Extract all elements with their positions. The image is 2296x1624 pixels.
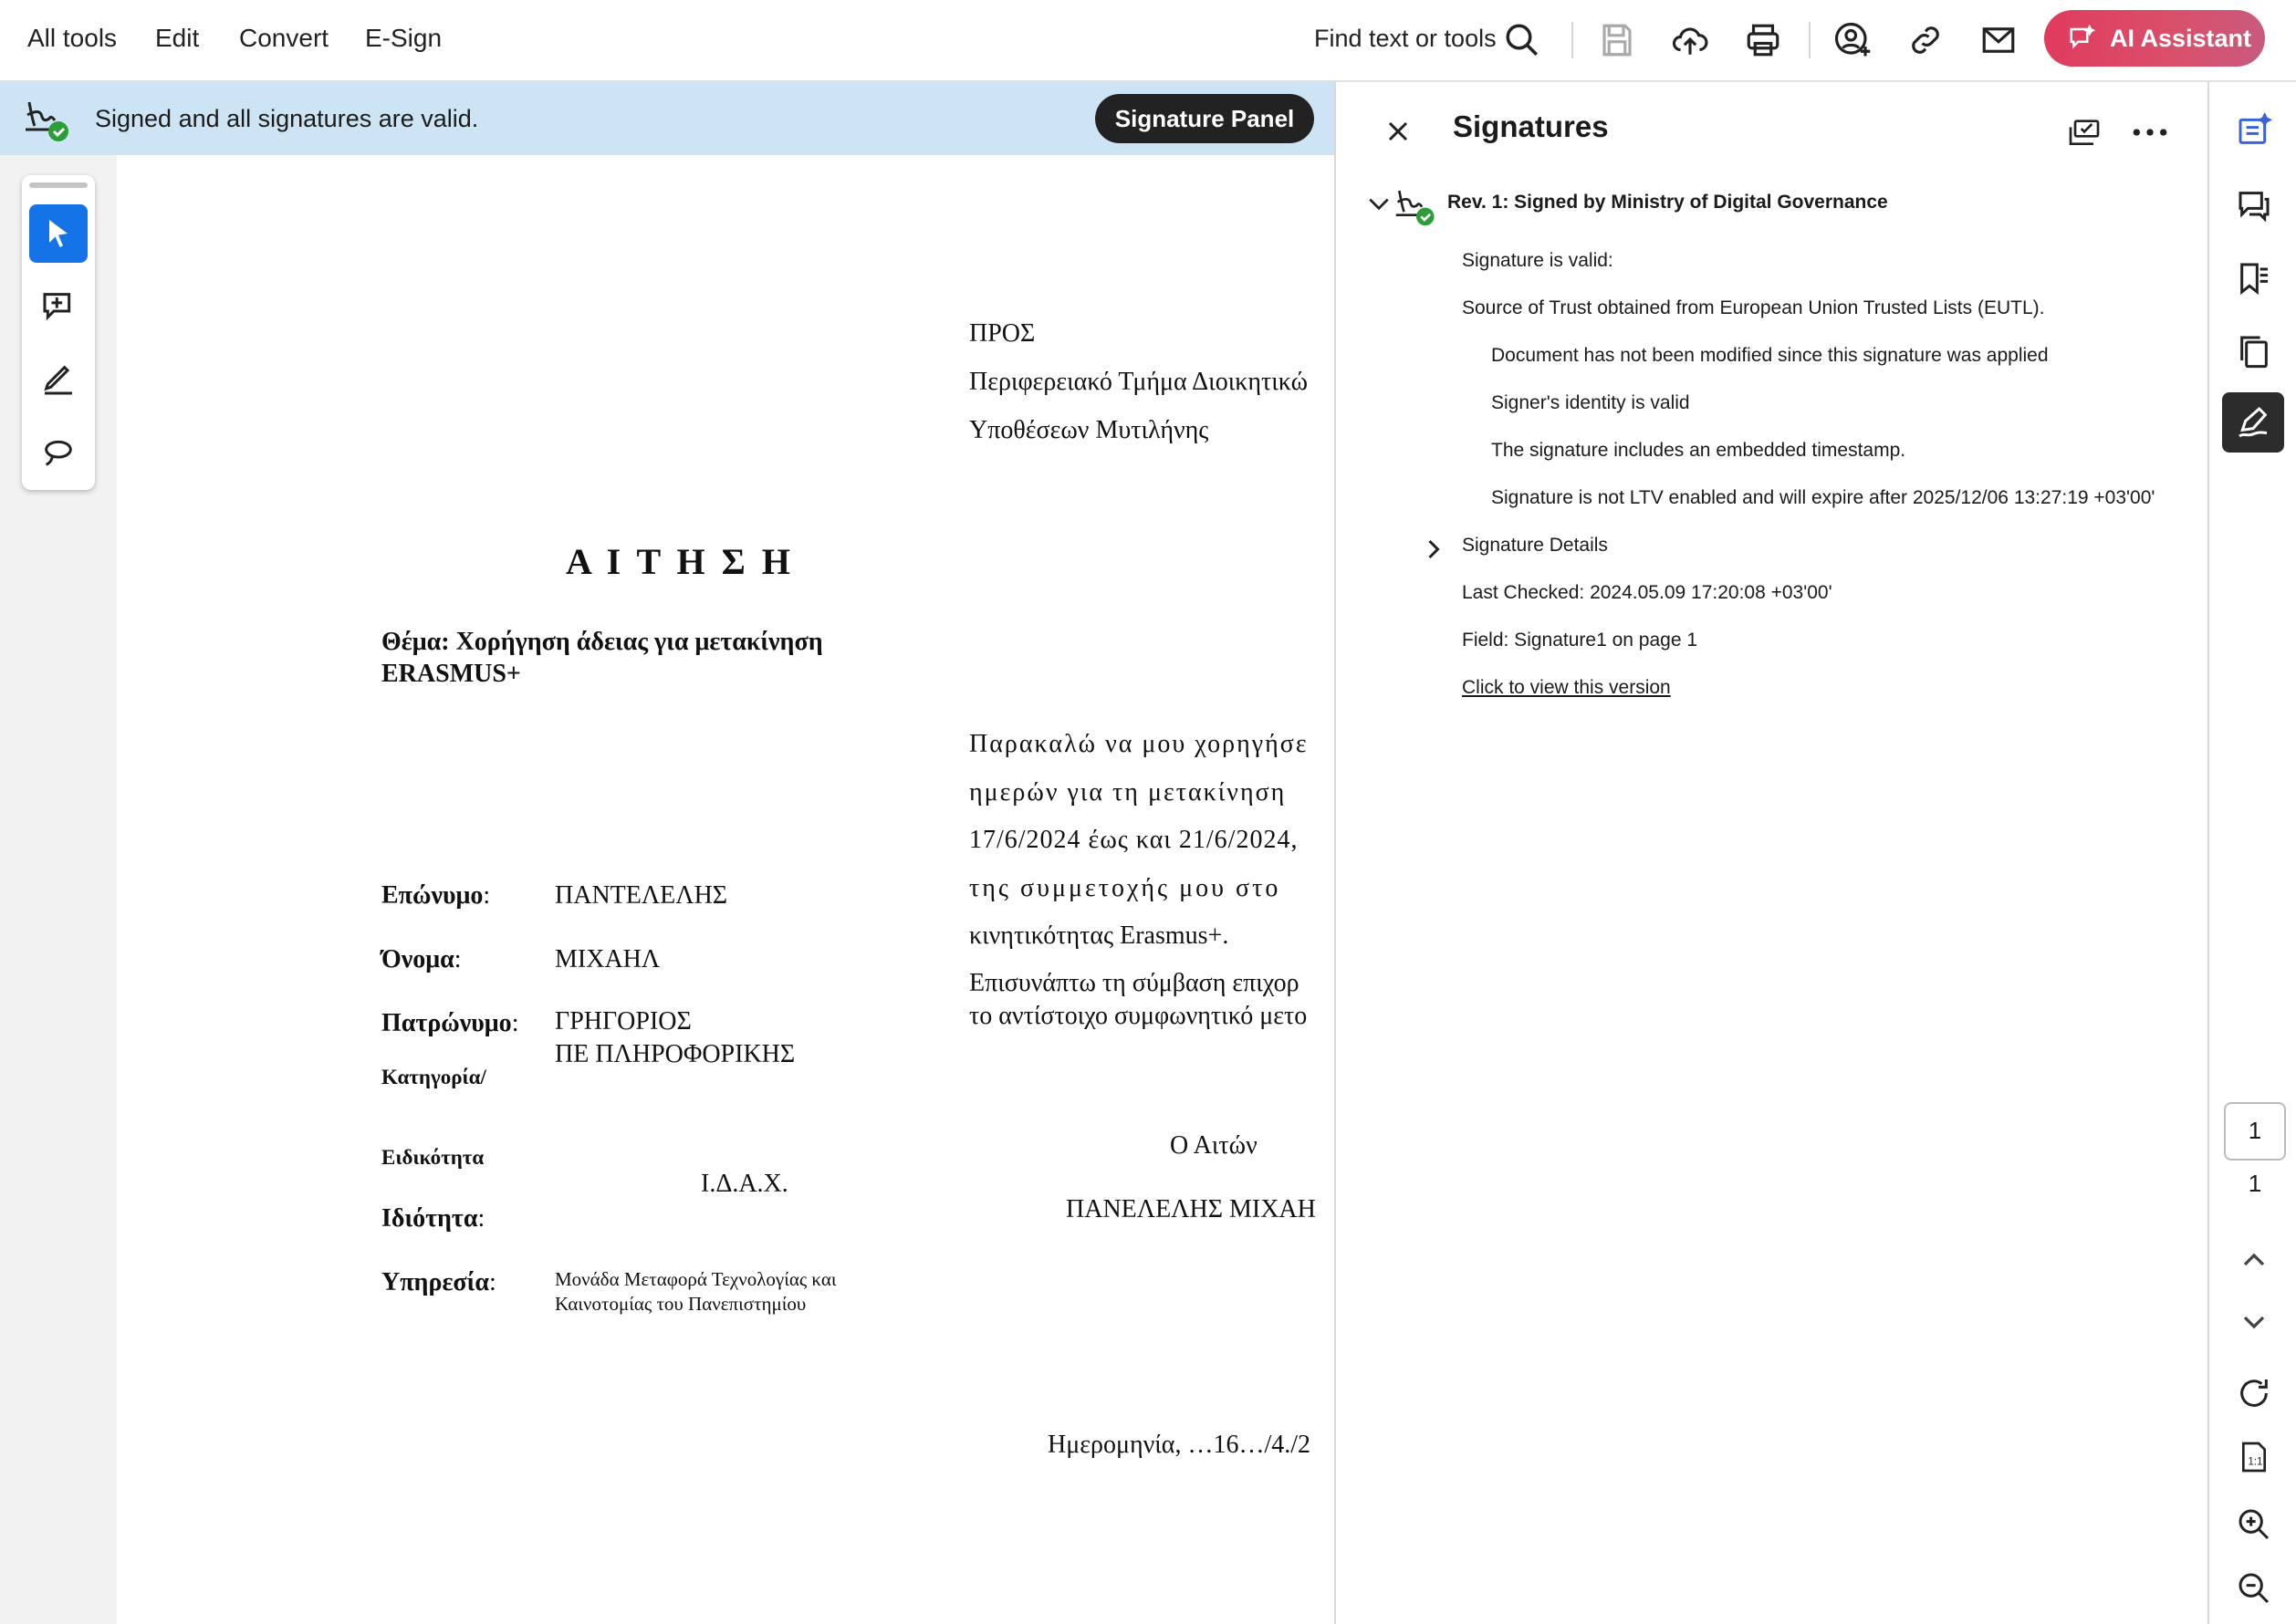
menu-all-tools[interactable]: All tools — [27, 0, 117, 77]
ai-assistant-label: AI Assistant — [2110, 24, 2252, 52]
surname-value: ΠΑΝΤΕΛΕΛΗΣ — [555, 881, 728, 910]
body-line-3: 17/6/2024 έως και 21/6/2024, — [969, 826, 1299, 854]
menu-convert[interactable]: Convert — [239, 0, 329, 77]
signature-valid-text: Signature is valid: — [1462, 250, 1613, 271]
add-comment-tool[interactable] — [29, 277, 88, 336]
pages-icon[interactable] — [2231, 328, 2277, 374]
ai-assistant-button[interactable]: AI Assistant — [2044, 10, 2265, 67]
zoom-in-icon[interactable] — [2231, 1502, 2277, 1547]
chevron-right-icon[interactable] — [1425, 538, 1442, 560]
status-label: Ιδιότητα: — [381, 1204, 485, 1233]
actual-size-icon[interactable]: 1:1 — [2231, 1434, 2277, 1480]
highlight-pen-tool[interactable] — [29, 350, 88, 409]
document-heading: Α Ι Τ Η Σ Η — [566, 541, 794, 582]
name-label: Όνομα: — [381, 945, 462, 973]
quick-tools-rail — [22, 175, 95, 490]
applicant-label: Ο Αιτών — [1170, 1131, 1258, 1160]
service-line-2: Καινοτομίας του Πανεπιστημίου — [555, 1293, 807, 1315]
signature-details-toggle[interactable]: Signature Details — [1462, 535, 1608, 557]
name-value: ΜΙΧΑΗΛ — [555, 945, 661, 973]
chevron-down-icon[interactable] — [1367, 195, 1391, 213]
field-text: Field: Signature1 on page 1 — [1462, 630, 1698, 651]
toolbar-divider — [1571, 22, 1573, 58]
sign-icon[interactable] — [2222, 392, 2284, 453]
comment-icon[interactable] — [2231, 182, 2277, 228]
trust-source-text: Source of Trust obtained from European U… — [1462, 297, 2045, 318]
applicant-name: ΠΑΝΕΛΕΛΗΣ ΜΙΧΑΗ — [1066, 1195, 1316, 1223]
view-version-link[interactable]: Click to view this version — [1462, 677, 1671, 699]
check-item: The signature includes an embedded times… — [1491, 440, 1906, 461]
service-line-1: Μονάδα Μεταφορά Τεχνολογίας και — [555, 1268, 837, 1290]
chevron-down-icon[interactable] — [2231, 1299, 2277, 1345]
current-page-input[interactable]: 1 — [2224, 1102, 2286, 1161]
ai-assistant-icon — [2066, 24, 2097, 52]
select-tool[interactable] — [29, 204, 88, 263]
mail-icon[interactable] — [1977, 18, 2020, 62]
body-line-2: ημερών για τη μετακίνηση — [969, 778, 1287, 807]
link-icon[interactable] — [1904, 18, 1947, 62]
attach-line-2: το αντίστοιχο συμφωνητικό μετο — [969, 1002, 1308, 1030]
category-value: ΠΕ ΠΛΗΡΟΦΟΡΙΚΗΣ — [555, 1040, 796, 1068]
print-icon[interactable] — [1741, 18, 1785, 62]
attach-line-1: Επισυνάπτω τη σύμβαση επιχορ — [969, 969, 1299, 997]
edit-pdf-icon[interactable] — [2231, 108, 2277, 153]
signature-status-banner: Signed and all signatures are valid. Sig… — [0, 82, 1334, 155]
top-toolbar: All tools Edit Convert E-Sign Find text … — [0, 0, 2296, 82]
signature-panel-button[interactable]: Signature Panel — [1095, 94, 1314, 143]
body-line-1: Παρακαλώ να μου χορηγήσε — [969, 730, 1309, 758]
find-text-or-tools[interactable]: Find text or tools — [1314, 0, 1497, 77]
menu-edit[interactable]: Edit — [155, 0, 199, 77]
chevron-up-icon[interactable] — [2231, 1237, 2277, 1283]
surname-label: Επώνυμο: — [381, 881, 491, 910]
date-line: Ημερομηνία, …16…/4./2 — [1048, 1431, 1311, 1459]
close-icon[interactable] — [1382, 115, 1414, 148]
revision-title[interactable]: Rev. 1: Signed by Ministry of Digital Go… — [1447, 192, 1888, 213]
zoom-out-icon[interactable] — [2231, 1566, 2277, 1611]
cloud-upload-icon[interactable] — [1668, 18, 1712, 62]
recipient-line-2: Περιφερειακό Τμήμα Διοικητικώ — [969, 368, 1309, 396]
service-label: Υπηρεσία: — [381, 1268, 496, 1296]
banner-text: Signed and all signatures are valid. — [95, 105, 479, 132]
panel-title: Signatures — [1453, 109, 1609, 143]
lasso-tool[interactable] — [29, 423, 88, 482]
validate-all-icon[interactable] — [2064, 115, 2104, 151]
idax-value: Ι.Δ.Α.Χ. — [701, 1170, 788, 1198]
father-name-label: Πατρώνυμο: — [381, 1009, 519, 1037]
rotate-icon[interactable] — [2231, 1370, 2277, 1416]
check-item: Signature is not LTV enabled and will ex… — [1491, 487, 2155, 508]
total-pages: 1 — [2248, 1170, 2262, 1197]
signature-valid-icon — [24, 95, 73, 142]
check-item: Document has not been modified since thi… — [1491, 345, 2049, 366]
signatures-panel: Signatures Rev. 1: Signed by Ministry of… — [1334, 82, 2209, 1624]
check-item: Signer's identity is valid — [1491, 392, 1690, 413]
bookmark-icon[interactable] — [2231, 255, 2277, 301]
toolbar-divider — [1809, 22, 1811, 58]
add-user-icon[interactable] — [1831, 18, 1874, 62]
body-line-4: της συμμετοχής μου στο — [969, 874, 1281, 902]
search-icon[interactable] — [1500, 18, 1544, 62]
drag-handle[interactable] — [29, 182, 88, 188]
signature-valid-icon — [1394, 182, 1438, 228]
subject-line-1: Θέμα: Χορήγηση άδειας για μετακίνηση — [381, 628, 823, 656]
body-line-5: κινητικότητας Erasmus+. — [969, 921, 1229, 950]
specialty-label: Ειδικότητα — [381, 1146, 485, 1169]
svg-text:1:1: 1:1 — [2248, 1455, 2262, 1467]
document-page: ΠΡΟΣ Περιφερειακό Τμήμα Διοικητικώ Υποθέ… — [117, 155, 1334, 1624]
more-options-icon[interactable] — [2130, 119, 2170, 146]
right-tool-rail: 1 1 1:1 — [2207, 82, 2296, 1624]
category-label: Κατηγορία/ — [381, 1066, 486, 1088]
recipient-line-1: ΠΡΟΣ — [969, 319, 1036, 348]
menu-e-sign[interactable]: E-Sign — [365, 0, 442, 77]
father-name-value: ΓΡΗΓΟΡΙΟΣ — [555, 1007, 692, 1036]
last-checked-text: Last Checked: 2024.05.09 17:20:08 +03'00… — [1462, 582, 1832, 603]
subject-line-2: ERASMUS+ — [381, 660, 521, 688]
recipient-line-3: Υποθέσεων Μυτιλήνης — [969, 416, 1209, 444]
save-icon[interactable] — [1595, 18, 1639, 62]
